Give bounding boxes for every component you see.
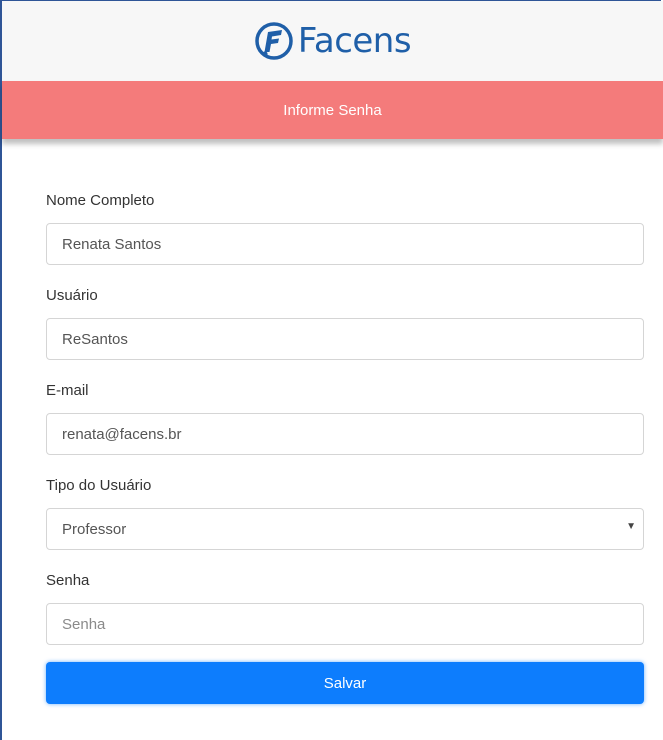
password-placeholder: Senha (62, 615, 106, 633)
full-name-input[interactable]: Renata Santos (46, 223, 644, 265)
full-name-label: Nome Completo (46, 192, 155, 209)
save-button[interactable]: Salvar (46, 662, 644, 704)
brand-bar: Facens (2, 1, 663, 81)
page-title: Informe Senha (283, 101, 382, 119)
user-type-select[interactable]: Professor (46, 508, 644, 550)
page-title-bar: Informe Senha (2, 81, 663, 139)
username-value: ReSantos (62, 330, 128, 348)
facens-logo-icon (255, 22, 293, 60)
password-input[interactable]: Senha (46, 603, 644, 645)
user-type-select-wrap: Professor ▼ (46, 508, 644, 550)
email-input[interactable]: renata@facens.br (46, 413, 644, 455)
password-form: Nome Completo Renata Santos Usuário ReSa… (46, 191, 644, 704)
password-label: Senha (46, 572, 90, 589)
email-value: renata@facens.br (62, 425, 182, 443)
save-button-label: Salvar (323, 674, 367, 692)
email-label: E-mail (46, 382, 89, 399)
facens-logo-text: Facens (297, 21, 412, 61)
username-label: Usuário (46, 287, 98, 304)
facens-logo: Facens (254, 21, 412, 61)
full-name-value: Renata Santos (62, 235, 162, 253)
user-type-selected-value: Professor (62, 520, 127, 538)
username-input[interactable]: ReSantos (46, 318, 644, 360)
app-frame: Facens Informe Senha Nome Completo Renat… (0, 0, 663, 740)
caret-down-icon[interactable]: ▼ (626, 521, 636, 532)
user-type-label: Tipo do Usuário (46, 477, 152, 494)
